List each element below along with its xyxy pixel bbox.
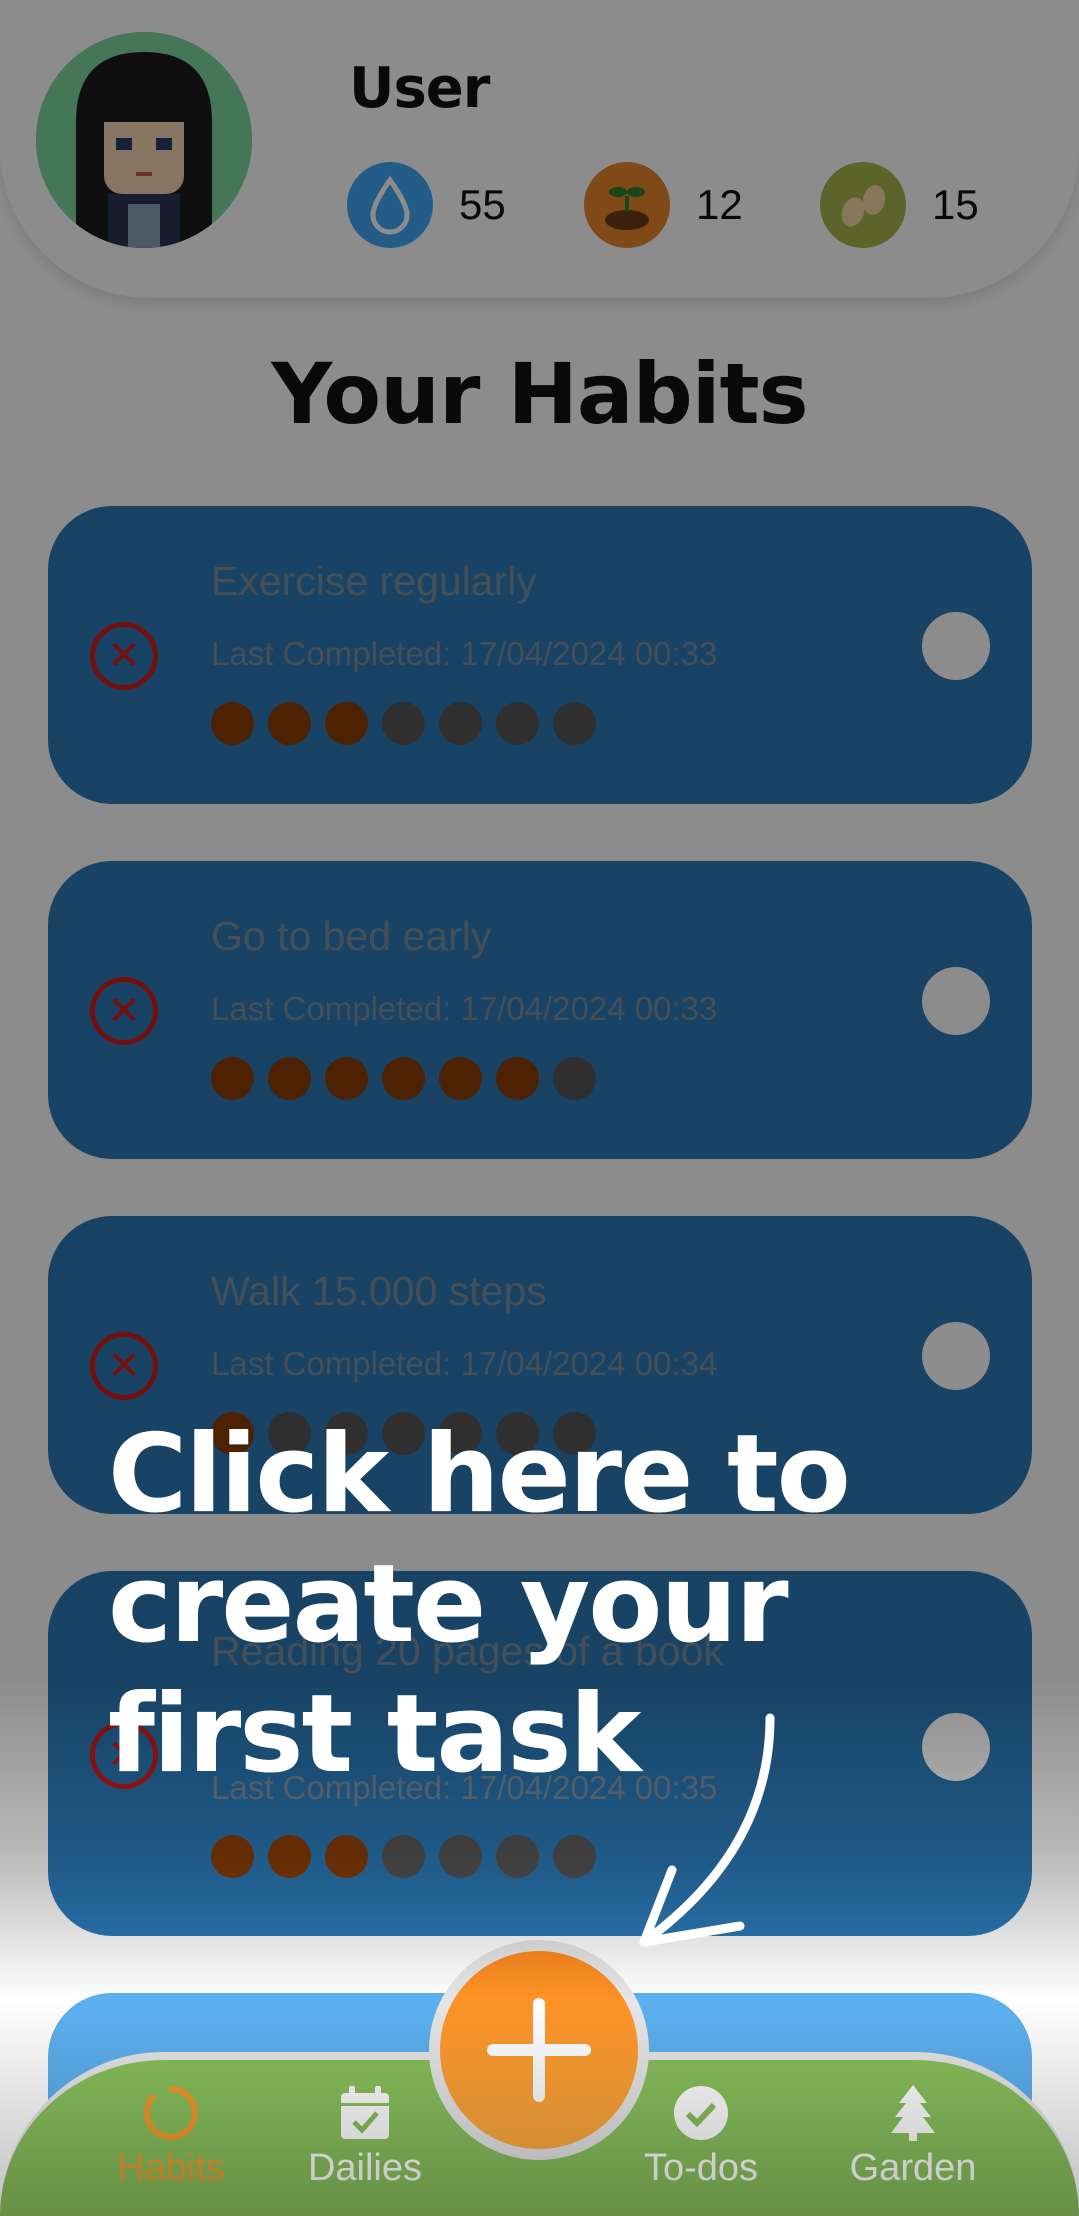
progress-dot bbox=[382, 1835, 425, 1878]
curved-arrow-icon bbox=[639, 1713, 775, 1947]
add-task-button[interactable] bbox=[440, 1951, 638, 2149]
habit-last-completed: Last Completed: 17/04/2024 00:33 bbox=[211, 635, 718, 672]
onboarding-hint: Click here to create your first task bbox=[108, 1412, 851, 1797]
progress-dot bbox=[439, 1835, 482, 1878]
close-icon: ✕ bbox=[107, 1343, 141, 1389]
nav-habits[interactable]: Habits bbox=[81, 2083, 261, 2190]
progress-dot bbox=[439, 1057, 482, 1100]
complete-habit-toggle[interactable] bbox=[922, 1322, 990, 1390]
habit-name: Exercise regularly bbox=[211, 558, 537, 604]
progress-dot bbox=[211, 702, 254, 745]
progress-dot bbox=[496, 1835, 539, 1878]
progress-dot bbox=[439, 702, 482, 745]
progress-dot bbox=[211, 1057, 254, 1100]
progress-dot bbox=[553, 1835, 596, 1878]
close-icon: ✕ bbox=[107, 633, 141, 679]
progress-dot bbox=[268, 1057, 311, 1100]
nav-garden-label: Garden bbox=[849, 2147, 977, 2189]
habit-last-completed: Last Completed: 17/04/2024 00:34 bbox=[211, 1345, 718, 1382]
calendar-check-icon bbox=[335, 2083, 395, 2143]
nav-todos-label: To-dos bbox=[643, 2147, 759, 2189]
avatar[interactable] bbox=[36, 32, 252, 248]
progress-dot bbox=[268, 1835, 311, 1878]
pine-tree-icon bbox=[883, 2083, 943, 2143]
progress-dot bbox=[382, 1057, 425, 1100]
nav-garden[interactable]: Garden bbox=[823, 2083, 1003, 2190]
progress-dot bbox=[268, 702, 311, 745]
habit-name: Go to bed early bbox=[211, 913, 492, 959]
habit-progress bbox=[211, 1835, 596, 1878]
delete-habit-button[interactable]: ✕ bbox=[90, 1332, 158, 1400]
seeds-icon bbox=[820, 162, 906, 248]
complete-habit-toggle[interactable] bbox=[922, 612, 990, 680]
check-circle-icon bbox=[671, 2083, 731, 2143]
nav-dailies[interactable]: Dailies bbox=[275, 2083, 455, 2190]
progress-dot bbox=[553, 1057, 596, 1100]
seeds-count: 15 bbox=[932, 181, 979, 228]
sprout-stat: 12 bbox=[584, 162, 743, 248]
progress-dot bbox=[496, 702, 539, 745]
delete-habit-button[interactable]: ✕ bbox=[90, 977, 158, 1045]
habit-card[interactable]: ✕ Go to bed early Last Completed: 17/04/… bbox=[48, 861, 1032, 1159]
habit-progress bbox=[211, 702, 596, 745]
nav-dailies-label: Dailies bbox=[307, 2147, 423, 2189]
delete-habit-button[interactable]: ✕ bbox=[90, 622, 158, 690]
plus-icon-bar bbox=[487, 2044, 591, 2056]
progress-dot bbox=[382, 702, 425, 745]
habit-last-completed: Last Completed: 17/04/2024 00:33 bbox=[211, 990, 718, 1027]
water-drop-icon bbox=[347, 162, 433, 248]
nav-habits-label: Habits bbox=[117, 2147, 225, 2189]
habit-name: Walk 15.000 steps bbox=[211, 1268, 547, 1314]
progress-dot bbox=[496, 1057, 539, 1100]
profile-header: User 55 12 15 bbox=[0, 0, 1079, 298]
habit-card[interactable]: ✕ Exercise regularly Last Completed: 17/… bbox=[48, 506, 1032, 804]
habit-progress bbox=[211, 1057, 596, 1100]
complete-habit-toggle[interactable] bbox=[922, 967, 990, 1035]
nav-todos[interactable]: To-dos bbox=[611, 2083, 791, 2190]
progress-dot bbox=[325, 1057, 368, 1100]
spinner-ring-icon bbox=[141, 2083, 201, 2143]
sprout-count: 12 bbox=[696, 181, 743, 228]
water-count: 55 bbox=[459, 181, 506, 228]
progress-dot bbox=[325, 702, 368, 745]
progress-dot bbox=[325, 1835, 368, 1878]
sprout-soil-icon bbox=[584, 162, 670, 248]
close-icon: ✕ bbox=[107, 988, 141, 1034]
page-title: Your Habits bbox=[271, 345, 808, 443]
progress-dot bbox=[553, 702, 596, 745]
username: User bbox=[349, 56, 490, 121]
progress-dot bbox=[211, 1835, 254, 1878]
water-stat: 55 bbox=[347, 162, 506, 248]
seeds-stat: 15 bbox=[820, 162, 979, 248]
